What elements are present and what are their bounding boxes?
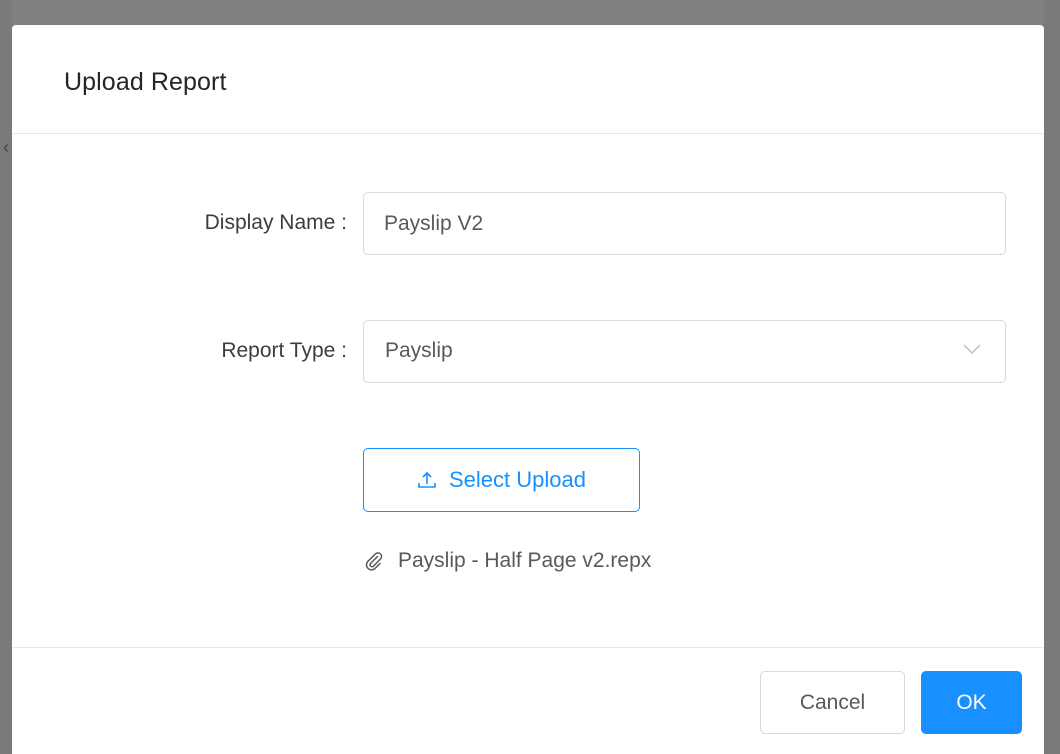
report-type-selected-value: Payslip (385, 339, 453, 362)
backdrop-edge-glyph: ‹ (3, 137, 9, 157)
report-type-select[interactable]: Payslip (363, 320, 1006, 383)
backdrop-left: ‹ (0, 0, 12, 754)
ok-button[interactable]: OK (921, 671, 1022, 734)
display-name-label: Display Name : (204, 211, 347, 234)
select-upload-button[interactable]: Select Upload (363, 448, 640, 512)
select-upload-label: Select Upload (449, 467, 586, 492)
upload-report-dialog: Upload Report Display Name : Report Type… (12, 25, 1044, 754)
cancel-button[interactable]: Cancel (760, 671, 905, 734)
paperclip-icon (365, 552, 383, 571)
uploaded-file-name: Payslip - Half Page v2.repx (398, 549, 652, 572)
dialog-header: Upload Report (12, 25, 1044, 134)
display-name-input[interactable] (363, 192, 1006, 255)
upload-icon (418, 471, 436, 488)
backdrop-right (1044, 0, 1060, 754)
uploaded-file-item[interactable]: Payslip - Half Page v2.repx (364, 549, 651, 573)
dialog-footer: Cancel OK (12, 647, 1044, 754)
chevron-down-icon (963, 344, 981, 355)
dialog-title: Upload Report (64, 68, 227, 96)
report-type-label: Report Type : (221, 339, 347, 362)
